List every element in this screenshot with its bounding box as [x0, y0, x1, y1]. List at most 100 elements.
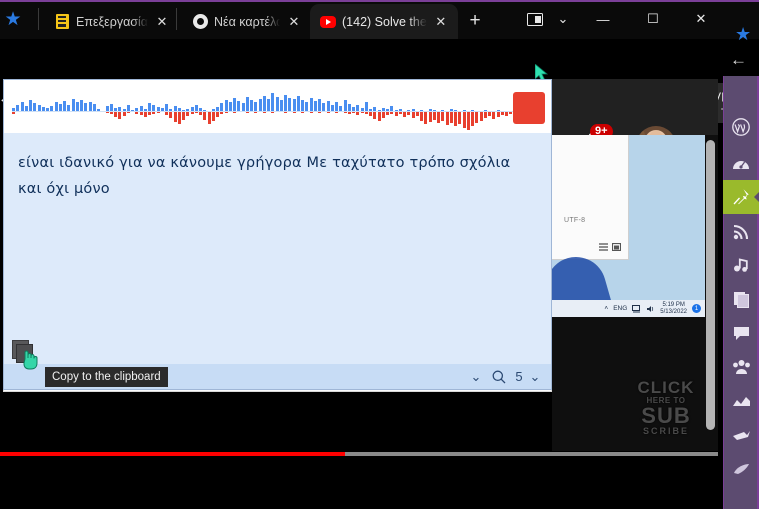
- browser-tab-1-title: Επεξεργασία ά: [76, 14, 148, 29]
- browser-tab-2[interactable]: Νέα καρτέλα ✕: [182, 4, 308, 39]
- sidebar-item-media-icon[interactable]: [723, 248, 759, 282]
- waveform-bar-negative: [318, 112, 321, 113]
- waveform-bar: [190, 107, 194, 111]
- waveform-bar: [352, 107, 355, 111]
- waveform-bar-negative: [424, 112, 428, 124]
- page-scrollbar[interactable]: [706, 140, 715, 430]
- video-dialog-icons: [599, 243, 621, 251]
- browser-tab-3[interactable]: (142) Solve the ✕: [310, 4, 458, 39]
- waveform-bar: [301, 100, 304, 111]
- waveform-bar: [182, 110, 185, 111]
- waveform-bar: [63, 101, 66, 111]
- waveform-bar-negative: [441, 112, 445, 121]
- font-size-value[interactable]: 5: [512, 368, 526, 385]
- waveform-bar: [224, 100, 228, 111]
- tab-search-chevron-icon[interactable]: ⌄: [550, 6, 576, 32]
- waveform-bar: [267, 99, 270, 111]
- sidebar-item-pages-icon[interactable]: [723, 282, 759, 316]
- waveform-bar-negative: [471, 112, 474, 126]
- new-tab-button[interactable]: +: [464, 10, 486, 32]
- sidebar-back-arrow-icon[interactable]: ←: [730, 50, 747, 70]
- waveform-bar: [160, 108, 164, 111]
- hand-cursor: [23, 350, 38, 370]
- waveform-bar-negative: [186, 112, 190, 116]
- waveform-bar: [318, 99, 321, 111]
- waveform-bar: [41, 107, 45, 111]
- youtube-header-bar: [552, 79, 718, 135]
- waveform-bar-negative: [122, 112, 126, 116]
- waveform-bar-negative: [496, 112, 500, 117]
- waveform-bar-negative: [373, 112, 377, 119]
- waveform-bar-negative: [500, 112, 504, 115]
- waveform-bar-negative: [169, 112, 173, 118]
- waveform-bar: [97, 109, 100, 111]
- comments-icon: [733, 325, 750, 342]
- waveform-bar-negative: [403, 112, 406, 117]
- waveform-bar-negative: [203, 112, 207, 120]
- sidebar-item-pin-posts-icon[interactable]: [723, 180, 759, 214]
- settings-icon: [733, 463, 750, 475]
- waveform-bar: [46, 108, 49, 111]
- sidebar-item-plugins-icon[interactable]: [723, 384, 759, 418]
- browser-tab-1[interactable]: Επεξεργασία ά ✕: [44, 4, 176, 39]
- waveform-bar-negative: [245, 112, 249, 113]
- waveform-bar: [326, 101, 330, 111]
- waveform-bar: [84, 103, 88, 111]
- speechagent-panel: είναι ιδανικό για να κάνουμε γρήγορα Με …: [3, 79, 552, 390]
- panel-search-icon[interactable]: [490, 368, 508, 385]
- cast-window-icon[interactable]: [522, 6, 548, 32]
- waveform-bar-negative: [118, 112, 122, 119]
- collapse-chevron-icon[interactable]: ⌄: [467, 368, 485, 385]
- browser-tab-3-close-icon[interactable]: ✕: [433, 14, 449, 30]
- video-progress-bar[interactable]: [0, 452, 718, 456]
- sidebar-item-settings-icon[interactable]: [723, 452, 759, 486]
- font-size-chevron-icon[interactable]: ⌄: [527, 368, 543, 385]
- sidebar-item-jetpack-icon[interactable]: [723, 418, 759, 452]
- bookmark-star-right-icon[interactable]: ★: [735, 24, 751, 45]
- waveform-bar-negative: [390, 112, 394, 114]
- waveform-bar: [105, 106, 109, 111]
- waveform-bar: [330, 105, 334, 111]
- waveform-bar-negative: [505, 112, 508, 116]
- sidebar-item-dashboard-icon[interactable]: [723, 146, 759, 180]
- waveform-bar: [398, 109, 402, 111]
- sidebar-item-wordpress-logo-icon[interactable]: [723, 110, 759, 144]
- waveform-bar: [364, 102, 368, 111]
- youtube-video-frame[interactable]: UTF-8 ˄ ENG 5:19 PM 5/13/2022 1: [552, 135, 705, 317]
- waveform-bar-negative: [284, 112, 287, 113]
- waveform-bar: [114, 108, 117, 111]
- browser-tab-1-close-icon[interactable]: ✕: [154, 14, 170, 30]
- video-control-bar: 0:3: [0, 458, 718, 509]
- waveform-bar: [152, 105, 156, 111]
- sidebar-item-appearance-users-icon[interactable]: [723, 350, 759, 384]
- waveform-bar: [262, 96, 266, 111]
- window-close-button[interactable]: ✕: [686, 6, 716, 32]
- active-caret-icon: [754, 191, 759, 203]
- waveform-bar: [177, 108, 181, 111]
- window-top-accent: [0, 0, 759, 2]
- stop-recording-button[interactable]: [513, 92, 545, 124]
- bookmark-star-left-icon[interactable]: ★: [2, 9, 24, 31]
- window-maximize-button[interactable]: ☐: [638, 6, 668, 32]
- waveform-bar: [471, 110, 474, 111]
- taskbar-notification-badge: 1: [692, 304, 701, 313]
- waveform-bar: [407, 110, 411, 111]
- sidebar-item-comments-icon[interactable]: [723, 316, 759, 350]
- pages-icon: [733, 291, 750, 308]
- window-minimize-button[interactable]: —: [588, 6, 618, 32]
- waveform-bar-negative: [364, 112, 368, 114]
- waveform-bar-negative: [309, 112, 313, 113]
- tab-divider: [38, 8, 39, 30]
- waveform-bar: [288, 98, 292, 111]
- waveform-bar: [343, 100, 347, 111]
- browser-tab-2-close-icon[interactable]: ✕: [286, 14, 302, 30]
- waveform-bar-negative: [207, 112, 211, 124]
- transcript-text[interactable]: είναι ιδανικό για να κάνουμε γρήγορα Με …: [4, 133, 551, 364]
- waveform-bar: [139, 106, 143, 111]
- waveform-bar-negative: [445, 112, 449, 125]
- browser-toolbar: ← → ⟳ youtube.com/watch… ☆ ⚙: [0, 39, 759, 112]
- sidebar-item-rss-feed-icon[interactable]: [723, 214, 759, 248]
- waveform-bar-negative: [360, 112, 364, 113]
- editor-icon: [54, 14, 70, 30]
- waveform-bar: [373, 107, 377, 111]
